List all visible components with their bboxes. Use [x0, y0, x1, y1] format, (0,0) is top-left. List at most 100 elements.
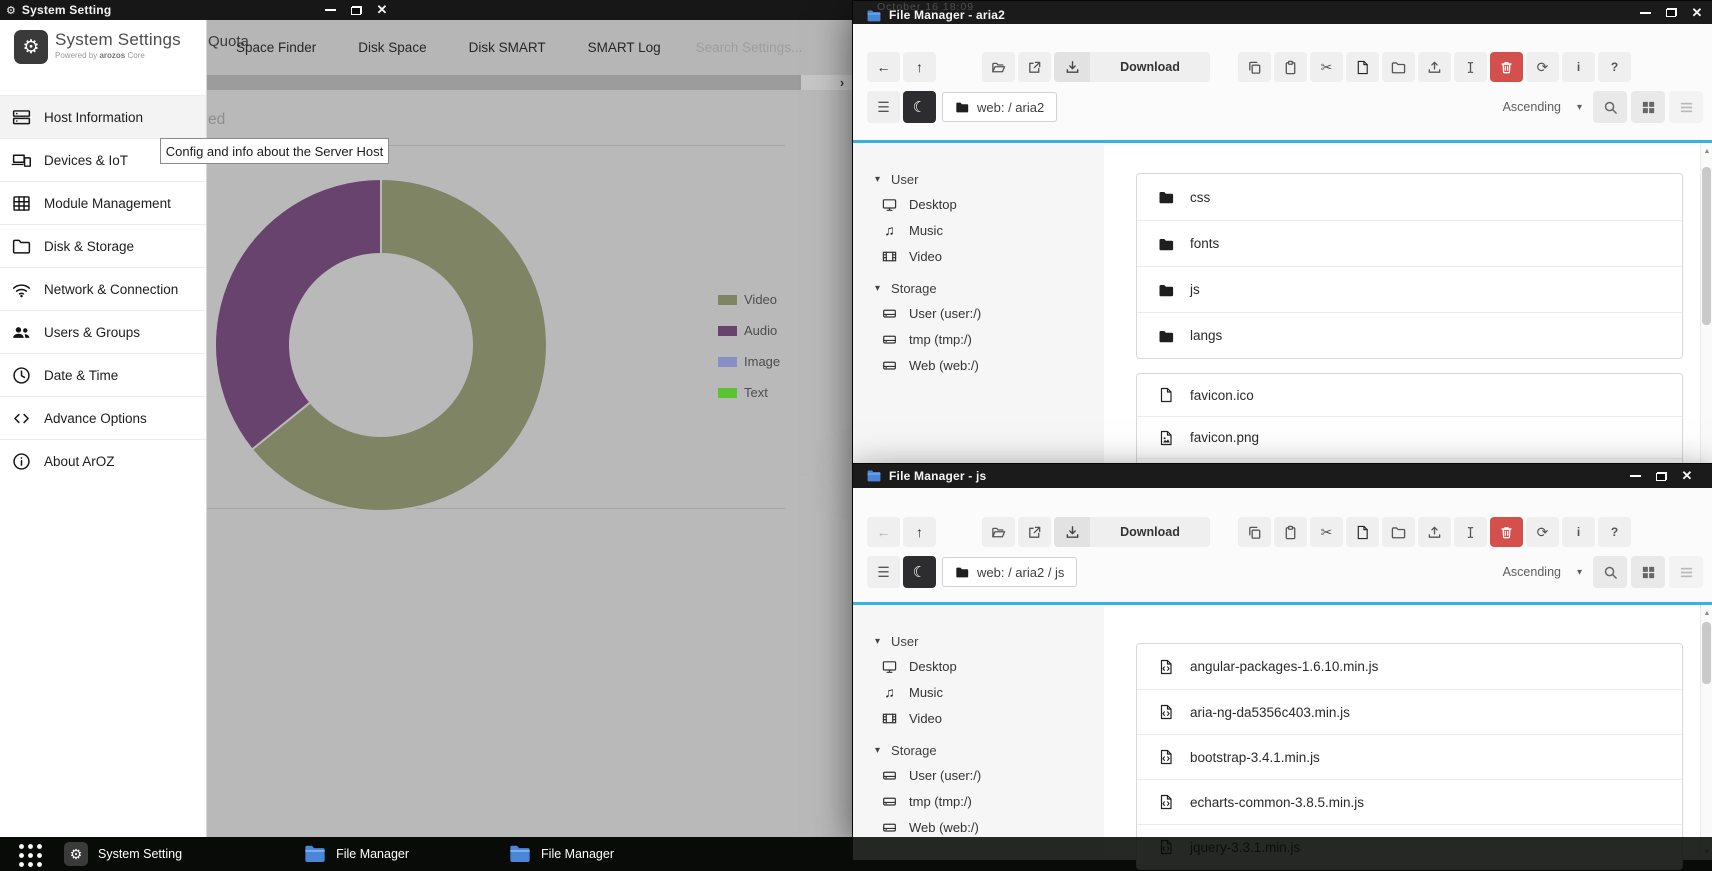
- scroll-up-arrow[interactable]: ▲: [1701, 145, 1712, 157]
- minimize-button[interactable]: [1622, 464, 1648, 488]
- scrollbar-thumb[interactable]: [207, 75, 801, 90]
- up-button[interactable]: ↑: [903, 517, 936, 547]
- close-button[interactable]: ✕: [1684, 1, 1710, 24]
- help-button[interactable]: ?: [1598, 517, 1631, 547]
- tree-item-music[interactable]: ♫Music: [853, 679, 1104, 705]
- sidebar-item-disk-storage[interactable]: Disk & Storage: [0, 224, 206, 267]
- taskbar-item-system-setting[interactable]: ⚙ System Setting: [64, 842, 182, 866]
- file-row-aria-ng[interactable]: aria-ng-da5356c403.min.js: [1137, 689, 1682, 734]
- new-folder-button[interactable]: [1382, 517, 1415, 547]
- file-row-favicon-png[interactable]: favicon.png: [1137, 416, 1682, 458]
- file-row-angular[interactable]: angular-packages-1.6.10.min.js: [1137, 644, 1682, 689]
- cut-button[interactable]: ✂: [1310, 52, 1343, 82]
- copy-button[interactable]: [1238, 517, 1271, 547]
- tabbar-horizontal-scrollbar[interactable]: ›: [207, 75, 852, 90]
- sidebar-item-network-connection[interactable]: Network & Connection: [0, 267, 206, 310]
- refresh-button[interactable]: ⟳: [1526, 517, 1559, 547]
- sidebar-item-module-management[interactable]: Module Management: [0, 181, 206, 224]
- upload-button[interactable]: [1418, 517, 1451, 547]
- minimize-button[interactable]: [1632, 1, 1658, 24]
- copy-button[interactable]: [1238, 52, 1271, 82]
- maximize-button[interactable]: [1648, 464, 1674, 488]
- help-button[interactable]: ?: [1598, 52, 1631, 82]
- taskbar-item-file-manager-1[interactable]: File Manager: [304, 845, 409, 863]
- tree-section-storage[interactable]: ▾ Storage: [853, 738, 1104, 762]
- tree-item-desktop[interactable]: Desktop: [853, 653, 1104, 679]
- close-button[interactable]: ✕: [1674, 464, 1700, 488]
- legend-item-video[interactable]: Video: [718, 292, 777, 307]
- sidebar-item-host-information[interactable]: Host Information: [0, 95, 206, 138]
- new-folder-button[interactable]: [1382, 52, 1415, 82]
- folder-row-fonts[interactable]: fonts: [1137, 220, 1682, 266]
- delete-button[interactable]: [1490, 517, 1523, 547]
- refresh-button[interactable]: ⟳: [1526, 52, 1559, 82]
- tree-item-web-drive[interactable]: Web (web:/): [853, 352, 1104, 378]
- fm1-titlebar[interactable]: October 16 18:09 File Manager - aria2 ✕: [853, 1, 1712, 24]
- paste-button[interactable]: [1274, 52, 1307, 82]
- tab-smart-log[interactable]: SMART Log: [567, 40, 682, 55]
- folder-row-langs[interactable]: langs: [1137, 312, 1682, 358]
- back-button[interactable]: ←: [867, 517, 900, 547]
- tree-item-user-drive[interactable]: User (user:/): [853, 300, 1104, 326]
- up-button[interactable]: ↑: [903, 52, 936, 82]
- open-in-new-button[interactable]: [1018, 517, 1051, 547]
- legend-item-image[interactable]: Image: [718, 354, 780, 369]
- close-button[interactable]: ✕: [369, 0, 395, 20]
- grid-view-button[interactable]: [1631, 91, 1665, 123]
- info-button[interactable]: i: [1562, 517, 1595, 547]
- tree-section-storage[interactable]: ▾ Storage: [853, 276, 1104, 300]
- file-row-echarts[interactable]: echarts-common-3.8.5.min.js: [1137, 779, 1682, 824]
- rename-button[interactable]: [1454, 517, 1487, 547]
- fm2-vertical-scrollbar[interactable]: ▲ ▼: [1700, 605, 1712, 860]
- rename-button[interactable]: [1454, 52, 1487, 82]
- file-row-favicon-ico[interactable]: favicon.ico: [1137, 374, 1682, 416]
- new-file-button[interactable]: [1346, 517, 1379, 547]
- cut-button[interactable]: ✂: [1310, 517, 1343, 547]
- dark-mode-toggle[interactable]: ☾: [903, 556, 936, 588]
- search-button[interactable]: [1593, 556, 1627, 588]
- scrollbar-thumb[interactable]: [1702, 167, 1711, 325]
- delete-button[interactable]: [1490, 52, 1523, 82]
- list-view-button[interactable]: [1669, 91, 1703, 123]
- open-in-new-button[interactable]: [1018, 52, 1051, 82]
- file-row-bootstrap[interactable]: bootstrap-3.4.1.min.js: [1137, 734, 1682, 779]
- fm2-breadcrumb[interactable]: web: / aria2 / js: [942, 557, 1077, 587]
- download-button[interactable]: Download: [1054, 52, 1210, 82]
- sidebar-item-about-aroz[interactable]: About ArOZ: [0, 439, 206, 482]
- settings-search-input[interactable]: Search Settings...: [696, 40, 803, 55]
- sidebar-item-users-groups[interactable]: Users & Groups: [0, 310, 206, 353]
- scroll-right-arrow[interactable]: ›: [835, 75, 849, 90]
- tree-item-user-drive[interactable]: User (user:/): [853, 762, 1104, 788]
- upload-button[interactable]: [1418, 52, 1451, 82]
- sort-order-dropdown[interactable]: Ascending ▾: [1503, 552, 1582, 592]
- back-button[interactable]: ←: [867, 52, 900, 82]
- tree-item-tmp-drive[interactable]: tmp (tmp:/): [853, 788, 1104, 814]
- paste-button[interactable]: [1274, 517, 1307, 547]
- sidebar-item-date-time[interactable]: Date & Time: [0, 353, 206, 396]
- folder-row-js[interactable]: js: [1137, 266, 1682, 312]
- tab-disk-smart[interactable]: Disk SMART: [448, 40, 567, 55]
- menu-button[interactable]: ☰: [867, 91, 900, 123]
- grid-view-button[interactable]: [1631, 556, 1665, 588]
- tree-item-desktop[interactable]: Desktop: [853, 191, 1104, 217]
- dark-mode-toggle[interactable]: ☾: [903, 91, 936, 123]
- new-file-button[interactable]: [1346, 52, 1379, 82]
- scroll-up-arrow[interactable]: ▲: [1701, 607, 1712, 619]
- restore-button[interactable]: [343, 0, 369, 20]
- maximize-button[interactable]: [1658, 1, 1684, 24]
- menu-button[interactable]: ☰: [867, 556, 900, 588]
- fm2-titlebar[interactable]: File Manager - js ✕: [853, 464, 1712, 488]
- scrollbar-thumb[interactable]: [1702, 622, 1711, 684]
- download-button[interactable]: Download: [1054, 517, 1210, 547]
- open-folder-button[interactable]: [982, 517, 1015, 547]
- tree-item-video[interactable]: Video: [853, 243, 1104, 269]
- search-button[interactable]: [1593, 91, 1627, 123]
- legend-item-text[interactable]: Text: [718, 385, 768, 400]
- fm1-breadcrumb[interactable]: web: / aria2: [942, 92, 1057, 122]
- folder-row-css[interactable]: css: [1137, 174, 1682, 220]
- tree-section-user[interactable]: ▾ User: [853, 629, 1104, 653]
- settings-titlebar[interactable]: ⚙ System Setting ✕: [0, 0, 852, 20]
- taskbar-item-file-manager-2[interactable]: File Manager: [509, 845, 614, 863]
- legend-item-audio[interactable]: Audio: [718, 323, 777, 338]
- open-folder-button[interactable]: [982, 52, 1015, 82]
